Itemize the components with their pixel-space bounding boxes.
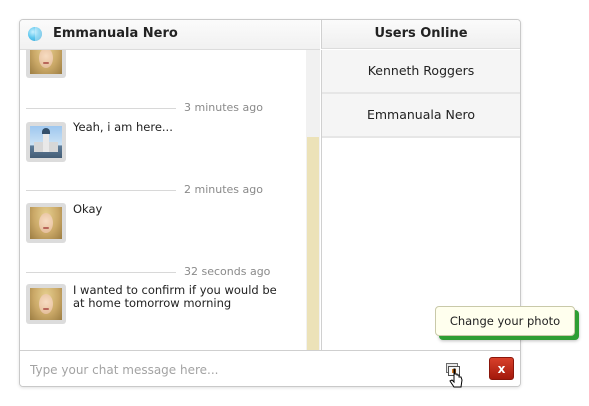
message-text: I wanted to confirm if you would be at h… [73,283,277,310]
mouse-cursor-icon [449,368,463,388]
woman-avatar-icon [30,207,62,239]
message-time: 2 minutes ago [184,183,263,196]
message-input-bar: x [20,350,520,386]
avatar [26,50,66,78]
message-divider [26,190,176,191]
avatar [26,122,66,162]
woman-avatar-icon [30,288,62,320]
message-divider [26,108,176,109]
users-online-list: Kenneth Roggers Emmanuala Nero [321,50,520,350]
city-avatar-icon [30,126,62,158]
users-online-header: Users Online [321,20,520,49]
message-time: 3 minutes ago [184,101,263,114]
message-time: 32 seconds ago [184,265,271,278]
user-item-kenneth-roggers[interactable]: Kenneth Roggers [322,50,520,94]
close-chat-button[interactable]: x [489,357,514,380]
message-divider [26,272,176,273]
online-status-icon [28,27,42,41]
chat-title: Emmanuala Nero [53,26,178,41]
avatar [26,284,66,324]
scrollbar-thumb[interactable] [307,137,319,350]
woman-avatar-icon [30,50,62,74]
chat-header: Emmanuala Nero [20,20,320,50]
message-text: Yeah, i am here... [73,120,173,134]
avatar [26,203,66,243]
message-scrollbar[interactable] [306,50,320,350]
user-item-emmanuala-nero[interactable]: Emmanuala Nero [322,94,520,138]
chat-message-input[interactable] [28,360,432,380]
message-list: 3 minutes ago Yeah, i am here... 2 minut… [20,50,306,350]
change-photo-tooltip: Change your photo [435,306,575,336]
message-text: Okay [73,202,103,216]
